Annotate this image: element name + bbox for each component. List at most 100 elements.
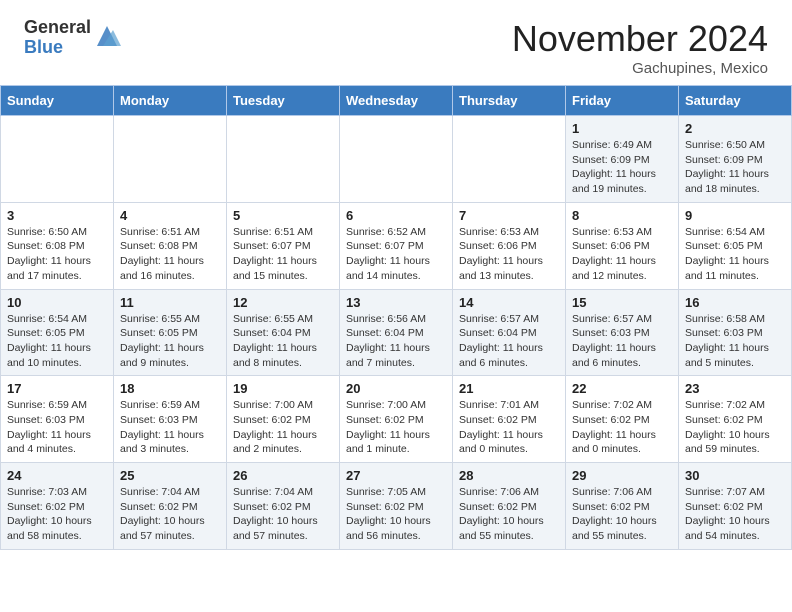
day-info: Sunrise: 6:51 AMSunset: 6:07 PMDaylight:… xyxy=(233,225,333,284)
day-number: 9 xyxy=(685,208,785,223)
calendar-cell xyxy=(114,116,227,203)
day-number: 30 xyxy=(685,468,785,483)
calendar-table: SundayMondayTuesdayWednesdayThursdayFrid… xyxy=(0,85,792,550)
day-number: 20 xyxy=(346,381,446,396)
day-number: 27 xyxy=(346,468,446,483)
calendar-cell: 23Sunrise: 7:02 AMSunset: 6:02 PMDayligh… xyxy=(679,376,792,463)
weekday-header-monday: Monday xyxy=(114,86,227,116)
calendar-cell xyxy=(453,116,566,203)
day-info: Sunrise: 6:50 AMSunset: 6:09 PMDaylight:… xyxy=(685,138,785,197)
weekday-header-sunday: Sunday xyxy=(1,86,114,116)
calendar-cell: 4Sunrise: 6:51 AMSunset: 6:08 PMDaylight… xyxy=(114,202,227,289)
day-number: 24 xyxy=(7,468,107,483)
calendar-cell: 7 Sunrise: 6:53 AMSunset: 6:06 PMDaylight… xyxy=(453,202,566,289)
calendar-cell: 3 Sunrise: 6:50 AMSunset: 6:08 PMDaylight… xyxy=(1,202,114,289)
weekday-header-saturday: Saturday xyxy=(679,86,792,116)
day-info: Sunrise: 7:01 AMSunset: 6:02 PMDaylight:… xyxy=(459,398,559,457)
day-number: 25 xyxy=(120,468,220,483)
calendar-cell xyxy=(227,116,340,203)
day-info: Sunrise: 6:50 AMSunset: 6:08 PMDaylight:… xyxy=(7,225,107,284)
day-info: Sunrise: 7:07 AMSunset: 6:02 PMDaylight:… xyxy=(685,485,785,544)
day-info: Sunrise: 6:57 AMSunset: 6:04 PMDaylight:… xyxy=(459,312,559,371)
day-number: 14 xyxy=(459,295,559,310)
calendar-cell: 28 Sunrise: 7:06 AMSunset: 6:02 PMDayligh… xyxy=(453,463,566,550)
day-info: Sunrise: 6:59 AMSunset: 6:03 PMDaylight:… xyxy=(120,398,220,457)
calendar-cell: 24Sunrise: 7:03 AMSunset: 6:02 PMDayligh… xyxy=(1,463,114,550)
day-number: 12 xyxy=(233,295,333,310)
calendar-wrapper: SundayMondayTuesdayWednesdayThursdayFrid… xyxy=(0,85,792,550)
day-info: Sunrise: 7:05 AMSunset: 6:02 PMDaylight:… xyxy=(346,485,446,544)
day-number: 2 xyxy=(685,121,785,136)
day-number: 21 xyxy=(459,381,559,396)
calendar-cell xyxy=(340,116,453,203)
day-number: 18 xyxy=(120,381,220,396)
calendar-cell: 14 Sunrise: 6:57 AMSunset: 6:04 PMDayligh… xyxy=(453,289,566,376)
calendar-cell: 13Sunrise: 6:56 AMSunset: 6:04 PMDayligh… xyxy=(340,289,453,376)
weekday-header-thursday: Thursday xyxy=(453,86,566,116)
day-number: 6 xyxy=(346,208,446,223)
day-number: 5 xyxy=(233,208,333,223)
calendar-cell: 20 Sunrise: 7:00 AMSunset: 6:02 PMDayligh… xyxy=(340,376,453,463)
calendar-cell: 12 Sunrise: 6:55 AMSunset: 6:04 PMDayligh… xyxy=(227,289,340,376)
calendar-cell: 18 Sunrise: 6:59 AMSunset: 6:03 PMDayligh… xyxy=(114,376,227,463)
calendar-cell: 2 Sunrise: 6:50 AMSunset: 6:09 PMDaylight… xyxy=(679,116,792,203)
weekday-header-friday: Friday xyxy=(566,86,679,116)
location: Gachupines, Mexico xyxy=(512,60,768,77)
calendar-week-2: 10 Sunrise: 6:54 AMSunset: 6:05 PMDayligh… xyxy=(1,289,792,376)
calendar-week-0: 1Sunrise: 6:49 AMSunset: 6:09 PMDaylight… xyxy=(1,116,792,203)
day-number: 15 xyxy=(572,295,672,310)
day-number: 17 xyxy=(7,381,107,396)
day-number: 28 xyxy=(459,468,559,483)
day-info: Sunrise: 7:04 AMSunset: 6:02 PMDaylight:… xyxy=(233,485,333,544)
day-number: 10 xyxy=(7,295,107,310)
calendar-week-4: 24Sunrise: 7:03 AMSunset: 6:02 PMDayligh… xyxy=(1,463,792,550)
page-header: General Blue November 2024 Gachupines, M… xyxy=(0,0,792,85)
day-info: Sunrise: 7:00 AMSunset: 6:02 PMDaylight:… xyxy=(346,398,446,457)
day-number: 26 xyxy=(233,468,333,483)
day-info: Sunrise: 7:04 AMSunset: 6:02 PMDaylight:… xyxy=(120,485,220,544)
calendar-cell: 11Sunrise: 6:55 AMSunset: 6:05 PMDayligh… xyxy=(114,289,227,376)
day-info: Sunrise: 6:54 AMSunset: 6:05 PMDaylight:… xyxy=(7,312,107,371)
day-info: Sunrise: 6:55 AMSunset: 6:04 PMDaylight:… xyxy=(233,312,333,371)
month-title: November 2024 xyxy=(512,18,768,60)
logo-general-text: General xyxy=(24,18,91,38)
day-info: Sunrise: 6:53 AMSunset: 6:06 PMDaylight:… xyxy=(572,225,672,284)
calendar-cell: 9Sunrise: 6:54 AMSunset: 6:05 PMDaylight… xyxy=(679,202,792,289)
calendar-header: SundayMondayTuesdayWednesdayThursdayFrid… xyxy=(1,86,792,116)
day-info: Sunrise: 7:00 AMSunset: 6:02 PMDaylight:… xyxy=(233,398,333,457)
calendar-cell: 26 Sunrise: 7:04 AMSunset: 6:02 PMDayligh… xyxy=(227,463,340,550)
day-info: Sunrise: 6:58 AMSunset: 6:03 PMDaylight:… xyxy=(685,312,785,371)
day-number: 23 xyxy=(685,381,785,396)
calendar-week-3: 17 Sunrise: 6:59 AMSunset: 6:03 PMDayligh… xyxy=(1,376,792,463)
day-info: Sunrise: 6:53 AMSunset: 6:06 PMDaylight:… xyxy=(459,225,559,284)
calendar-cell: 30 Sunrise: 7:07 AMSunset: 6:02 PMDayligh… xyxy=(679,463,792,550)
title-block: November 2024 Gachupines, Mexico xyxy=(512,18,768,77)
logo-blue-text: Blue xyxy=(24,38,91,58)
calendar-cell: 17 Sunrise: 6:59 AMSunset: 6:03 PMDayligh… xyxy=(1,376,114,463)
day-info: Sunrise: 6:49 AMSunset: 6:09 PMDaylight:… xyxy=(572,138,672,197)
calendar-cell: 16Sunrise: 6:58 AMSunset: 6:03 PMDayligh… xyxy=(679,289,792,376)
day-info: Sunrise: 6:52 AMSunset: 6:07 PMDaylight:… xyxy=(346,225,446,284)
day-number: 7 xyxy=(459,208,559,223)
calendar-cell: 5 Sunrise: 6:51 AMSunset: 6:07 PMDaylight… xyxy=(227,202,340,289)
calendar-cell: 19Sunrise: 7:00 AMSunset: 6:02 PMDayligh… xyxy=(227,376,340,463)
calendar-cell: 8 Sunrise: 6:53 AMSunset: 6:06 PMDaylight… xyxy=(566,202,679,289)
calendar-cell: 22Sunrise: 7:02 AMSunset: 6:02 PMDayligh… xyxy=(566,376,679,463)
weekday-header-row: SundayMondayTuesdayWednesdayThursdayFrid… xyxy=(1,86,792,116)
day-info: Sunrise: 6:55 AMSunset: 6:05 PMDaylight:… xyxy=(120,312,220,371)
day-number: 22 xyxy=(572,381,672,396)
logo: General Blue xyxy=(24,18,121,58)
day-info: Sunrise: 6:59 AMSunset: 6:03 PMDaylight:… xyxy=(7,398,107,457)
calendar-cell: 6 Sunrise: 6:52 AMSunset: 6:07 PMDaylight… xyxy=(340,202,453,289)
calendar-week-1: 3 Sunrise: 6:50 AMSunset: 6:08 PMDaylight… xyxy=(1,202,792,289)
day-info: Sunrise: 7:06 AMSunset: 6:02 PMDaylight:… xyxy=(572,485,672,544)
logo-icon xyxy=(93,22,121,50)
day-number: 3 xyxy=(7,208,107,223)
calendar-cell xyxy=(1,116,114,203)
day-number: 29 xyxy=(572,468,672,483)
day-info: Sunrise: 7:06 AMSunset: 6:02 PMDaylight:… xyxy=(459,485,559,544)
day-number: 4 xyxy=(120,208,220,223)
calendar-cell: 27 Sunrise: 7:05 AMSunset: 6:02 PMDayligh… xyxy=(340,463,453,550)
day-info: Sunrise: 6:57 AMSunset: 6:03 PMDaylight:… xyxy=(572,312,672,371)
day-number: 8 xyxy=(572,208,672,223)
